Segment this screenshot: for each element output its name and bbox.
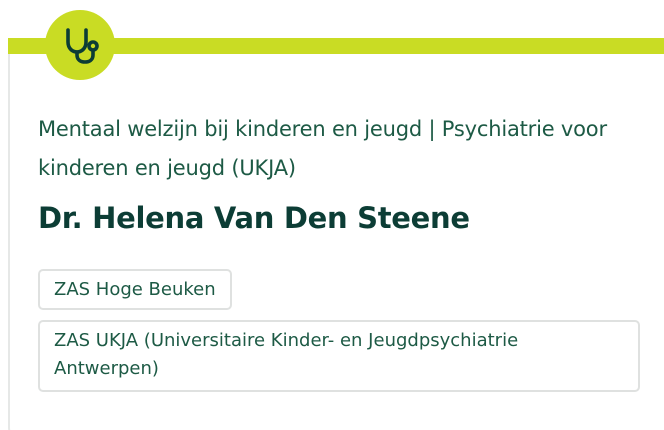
specialty-icon-badge [45,10,115,80]
location-list: ZAS Hoge Beuken ZAS UKJA (Universitaire … [38,269,640,402]
specialty-category: Mentaal welzijn bij kinderen en jeugd | … [38,117,607,180]
stethoscope-icon [66,28,99,64]
location-tag-hoge-beuken[interactable]: ZAS Hoge Beuken [38,269,232,310]
location-tag-ukja[interactable]: ZAS UKJA (Universitaire Kinder- en Jeugd… [38,320,640,392]
doctor-name[interactable]: Dr. Helena Van Den Steene [38,196,470,240]
